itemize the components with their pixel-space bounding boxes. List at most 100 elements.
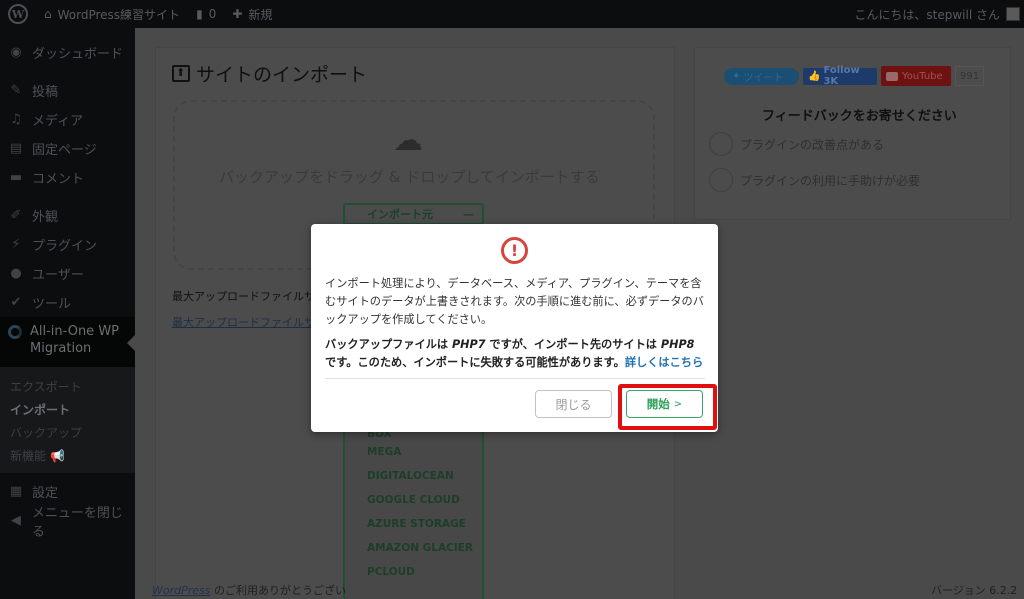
- submenu-label: インポート: [10, 403, 71, 417]
- plugin-icon: ⚡: [11, 237, 21, 252]
- youtube-subscriber-count: 991: [955, 66, 985, 86]
- import-source-azure-storage[interactable]: AZURE STORAGE: [345, 512, 482, 536]
- youtube-label: YouTube: [902, 70, 943, 82]
- cloud-upload-icon: ☁: [393, 123, 423, 158]
- import-source-list: BOX MEGA DIGITALOCEAN GOOGLE CLOUD AZURE…: [343, 432, 484, 599]
- start-label: 開始: [646, 397, 670, 411]
- thumbs-up-icon: 👍: [808, 70, 821, 82]
- footer-version: バージョン 6.2.2: [931, 584, 1018, 597]
- import-warning-dialog: ! インポート処理により、データベース、メディア、プラグイン、テーマを含むサイト…: [311, 224, 718, 432]
- overwrite-warning-message: インポート処理により、データベース、メディア、プラグイン、テーマを含むサイトのデ…: [325, 277, 704, 326]
- comments-link[interactable]: ▮ 0: [188, 0, 224, 28]
- label-line-2: Migration: [30, 341, 92, 356]
- sidebar-item-posts[interactable]: ✎ 投稿: [0, 76, 135, 105]
- warn-text-3: です。このため、インポートに失敗する可能性があります。: [325, 356, 625, 369]
- submenu-import[interactable]: インポート: [0, 398, 135, 421]
- warn-text-1: バックアップファイルは: [325, 338, 452, 351]
- max-upload-link[interactable]: 最大アップロードファイルサ: [172, 314, 315, 330]
- feedback-option-help[interactable]: プラグインの利用に手助けが必要: [709, 168, 920, 192]
- import-source-mega[interactable]: MEGA: [345, 440, 482, 464]
- sidebar-item-label: メディア: [32, 114, 84, 129]
- wp-logo-menu[interactable]: W: [0, 0, 36, 28]
- start-button[interactable]: 開始 >: [626, 390, 703, 418]
- collapse-toggle-icon: —: [463, 207, 474, 221]
- sidebar-item-dashboard[interactable]: ◉ ダッシュボード: [0, 38, 135, 67]
- new-label: 新規: [248, 7, 273, 22]
- feedback-option-label: プラグインの利用に手助けが必要: [740, 173, 921, 188]
- dashboard-icon: ◉: [10, 45, 22, 60]
- import-source-digitalocean[interactable]: DIGITALOCEAN: [345, 464, 482, 488]
- comment-icon: ▬: [9, 170, 23, 185]
- radio-button[interactable]: [709, 168, 733, 192]
- sidebar-item-label: コメント: [32, 172, 85, 187]
- account-menu[interactable]: こんにちは、stepwill さん: [854, 6, 1024, 23]
- page-title-text: サイトのインポート: [196, 64, 368, 86]
- media-icon: ♫: [10, 112, 22, 127]
- youtube-play-icon: [886, 71, 898, 81]
- megaphone-icon: 📢: [50, 448, 65, 463]
- plus-icon: ✚: [232, 7, 243, 21]
- submenu-backup[interactable]: バックアップ: [0, 421, 135, 444]
- import-icon: [172, 65, 190, 82]
- radio-button[interactable]: [709, 132, 733, 156]
- warn-text-2: ですが、インポート先のサイトは: [485, 338, 661, 351]
- comments-count: 0: [208, 7, 217, 21]
- import-source-google-cloud[interactable]: GOOGLE CLOUD: [345, 488, 482, 512]
- import-from-label: インポート元: [367, 208, 433, 221]
- import-source-amazon-glacier[interactable]: AMAZON GLACIER: [345, 536, 482, 560]
- sidebar-item-label: ダッシュボード: [32, 47, 124, 62]
- import-from-button[interactable]: インポート元 —: [343, 203, 484, 225]
- sidebar-item-users[interactable]: ● ユーザー: [0, 259, 135, 288]
- facebook-follow-button[interactable]: 👍 Follow 3K: [803, 65, 877, 87]
- site-name-link[interactable]: ⌂ WordPress練習サイト: [36, 0, 188, 28]
- feedback-title: フィードバックをお寄せください: [762, 109, 957, 124]
- sidebar-item-all-in-one-wp-migration[interactable]: All-in-One WP Migration: [0, 317, 135, 367]
- sidebar-item-label: メニューを閉じる: [31, 505, 123, 540]
- submenu-whats-new[interactable]: 新機能 📢: [0, 444, 135, 467]
- sidebar-item-plugins[interactable]: ⚡ プラグイン: [0, 230, 135, 259]
- avatar: [1006, 7, 1020, 21]
- sidebar-item-media[interactable]: ♫ メディア: [0, 105, 135, 134]
- facebook-label: Follow 3K: [823, 65, 860, 87]
- sidebar-item-label: 外観: [32, 210, 59, 225]
- admin-bar: W ⌂ WordPress練習サイト ▮ 0 ✚ 新規 こんにちは、stepwi…: [0, 0, 1024, 28]
- sidebar-item-tools[interactable]: ✔ ツール: [0, 288, 135, 317]
- submenu: エクスポート インポート バックアップ 新機能 📢: [0, 367, 135, 473]
- import-source-pcloud[interactable]: PCLOUD: [345, 560, 482, 584]
- pages-icon: ▤: [9, 141, 23, 156]
- sidebar-item-label: 設定: [32, 486, 59, 501]
- sidebar-item-label: 投稿: [32, 85, 59, 100]
- new-content-link[interactable]: ✚ 新規: [224, 0, 280, 28]
- feedback-option-improvement[interactable]: プラグインの改善点がある: [709, 132, 884, 156]
- footer-thanks-text: のご利用ありがとうござい: [210, 584, 346, 597]
- twitter-bird-icon: ✦: [732, 70, 741, 82]
- footer-thanks: WordPress のご利用ありがとうござい: [152, 582, 346, 598]
- all-in-one-migration-icon: [8, 325, 22, 339]
- close-button[interactable]: 閉じる: [535, 390, 612, 418]
- label-line-1: All-in-One WP: [30, 324, 120, 339]
- sidebar-item-appearance[interactable]: ✐ 外観: [0, 201, 135, 230]
- collapse-menu-button[interactable]: ◀ メニューを閉じる: [0, 506, 135, 540]
- submenu-label: バックアップ: [10, 426, 83, 440]
- learn-more-link[interactable]: 詳しくはこちら: [625, 356, 703, 369]
- chevron-right-icon: >: [673, 398, 683, 410]
- collapse-arrow-icon: ◀: [10, 513, 21, 528]
- home-icon: ⌂: [44, 7, 52, 21]
- dialog-divider: [325, 378, 705, 379]
- warning-icon: !: [501, 237, 528, 264]
- youtube-subscribe-button[interactable]: YouTube: [881, 66, 951, 86]
- submenu-export[interactable]: エクスポート: [0, 375, 135, 398]
- sidebar-item-comments[interactable]: ▬ コメント: [0, 163, 135, 192]
- page-title: サイトのインポート: [172, 60, 367, 87]
- current-menu-arrow: [127, 335, 135, 351]
- wordpress-link[interactable]: WordPress: [152, 584, 211, 597]
- sidebar-item-pages[interactable]: ▤ 固定ページ: [0, 134, 135, 163]
- sidebar-item-label: ユーザー: [32, 268, 84, 283]
- tweet-button[interactable]: ✦ ツイート: [724, 67, 799, 85]
- wordpress-logo-icon: W: [8, 4, 28, 24]
- sidebar-item-label: ツール: [32, 297, 72, 312]
- greeting: こんにちは、stepwill さん: [854, 7, 1000, 22]
- submenu-label: 新機能: [10, 449, 47, 463]
- import-source-box[interactable]: BOX: [345, 432, 482, 440]
- user-icon: ●: [10, 266, 22, 281]
